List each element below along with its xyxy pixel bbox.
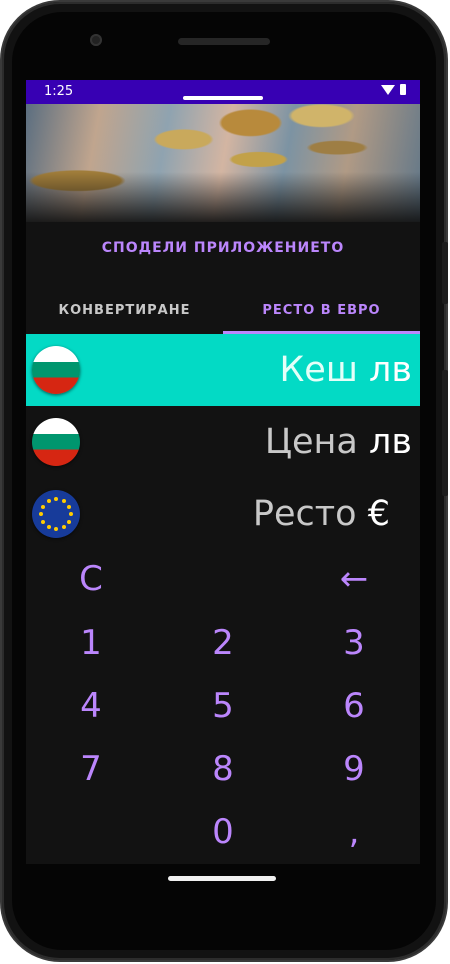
key-8-button[interactable]: 8 — [173, 742, 273, 796]
tab-convert[interactable]: КОНВЕРТИРАНЕ — [26, 292, 223, 334]
eu-star — [46, 499, 51, 503]
eu-star — [66, 504, 71, 509]
cash-row[interactable]: Кеш лв — [26, 334, 420, 406]
key-5-button[interactable]: 5 — [173, 679, 273, 733]
key-6-button[interactable]: 6 — [304, 679, 404, 733]
status-icons — [381, 84, 406, 95]
eu-star — [61, 524, 66, 529]
key-3-button[interactable]: 3 — [304, 616, 404, 670]
front-camera — [90, 34, 102, 46]
status-bar: 1:25 — [26, 80, 420, 104]
power-button — [442, 242, 448, 304]
clear-button[interactable]: C — [41, 552, 141, 606]
key-4-button[interactable]: 4 — [41, 679, 141, 733]
key-2-button[interactable]: 2 — [173, 616, 273, 670]
key-0-button[interactable]: 0 — [173, 805, 273, 859]
price-row[interactable]: Цена лв — [26, 406, 420, 478]
eu-star — [39, 512, 43, 516]
change-row[interactable]: Ресто € — [26, 478, 420, 550]
home-gesture-bar[interactable] — [168, 876, 276, 881]
tab-change-in-euro[interactable]: РЕСТО В ЕВРО — [223, 292, 420, 334]
eu-star — [69, 512, 73, 516]
cash-label: Кеш лв — [279, 350, 412, 390]
comma-button[interactable]: , — [304, 805, 404, 859]
eu-star — [54, 527, 58, 531]
change-label-text: Ресто — [252, 494, 357, 534]
bulgaria-flag-icon — [32, 418, 80, 466]
eu-flag-icon — [32, 490, 80, 538]
eu-star — [46, 524, 51, 529]
status-time: 1:25 — [44, 84, 74, 99]
eu-star — [41, 504, 45, 509]
price-unit: лв — [369, 422, 412, 462]
app-screen: 1:25 СПОДЕЛИ ПРИЛОЖЕНИЕТО КОНВЕРТИРАНЕ Р… — [26, 80, 420, 864]
eu-star — [66, 519, 71, 524]
status-notch-pill — [183, 96, 263, 100]
volume-button — [442, 370, 448, 496]
cash-unit: лв — [369, 350, 412, 390]
share-app-button[interactable]: СПОДЕЛИ ПРИЛОЖЕНИЕТО — [26, 240, 420, 256]
bulgaria-flag-icon — [32, 346, 80, 394]
wifi-icon — [381, 84, 395, 95]
eu-star — [54, 497, 58, 501]
tab-bar: КОНВЕРТИРАНЕ РЕСТО В ЕВРО — [26, 292, 420, 334]
money-banner-image — [26, 104, 420, 222]
cash-label-text: Кеш — [279, 350, 358, 390]
price-label-text: Цена — [264, 422, 358, 462]
price-label: Цена лв — [265, 422, 412, 462]
key-9-button[interactable]: 9 — [304, 742, 404, 796]
eu-star — [61, 499, 66, 503]
change-label: Ресто € — [253, 494, 390, 534]
key-1-button[interactable]: 1 — [41, 616, 141, 670]
earpiece-speaker — [178, 38, 270, 45]
eu-star — [41, 519, 45, 524]
backspace-button[interactable]: ← — [304, 552, 404, 606]
change-unit: € — [367, 494, 390, 534]
battery-icon — [400, 84, 406, 95]
key-7-button[interactable]: 7 — [41, 742, 141, 796]
